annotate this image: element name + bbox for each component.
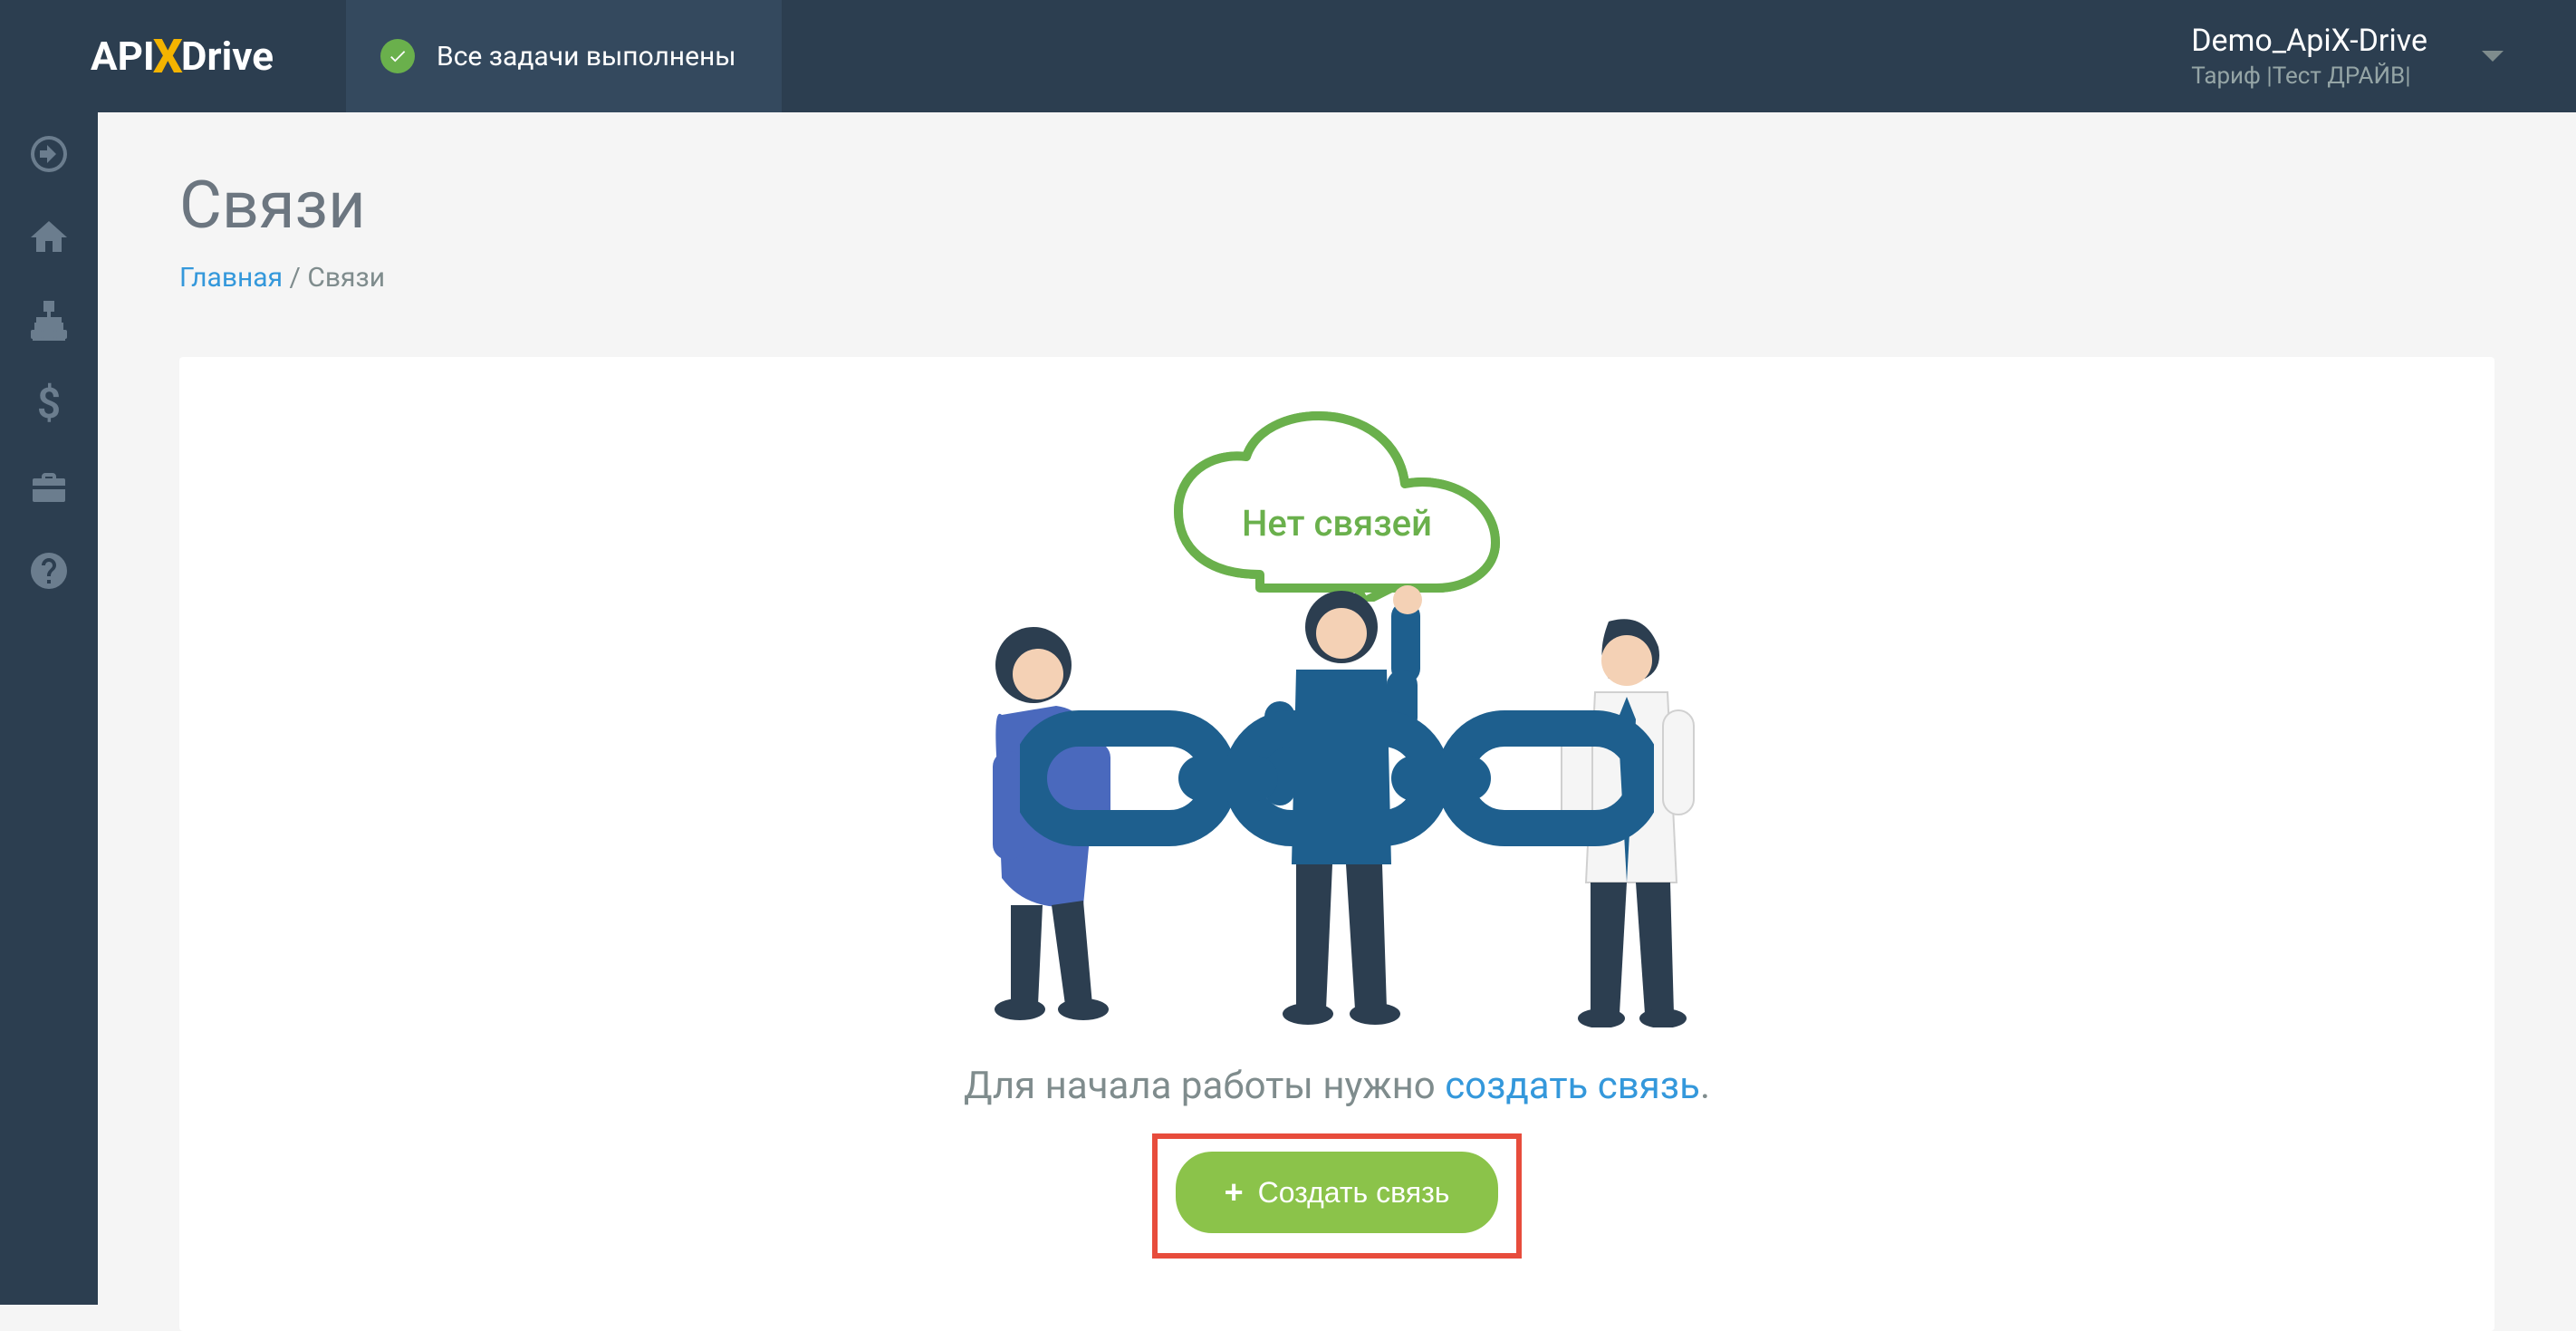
sidebar-briefcase[interactable]: [24, 462, 74, 513]
cloud-text: Нет связей: [1242, 502, 1432, 545]
chain-icon: [1020, 701, 1654, 855]
instruction-prefix: Для начала работы нужно: [964, 1064, 1445, 1108]
status-text: Все задачи выполнены: [437, 41, 736, 72]
body-wrap: $ Связи Главная / Связи Нет связей: [0, 112, 2576, 1305]
plus-icon: +: [1225, 1173, 1244, 1211]
sidebar-home[interactable]: [24, 212, 74, 263]
sidebar-arrow[interactable]: [24, 129, 74, 179]
breadcrumb-current: Связи: [307, 262, 385, 294]
header-right: Demo_ApiX-Drive Тариф |Тест ДРАЙВ|: [2191, 23, 2576, 90]
top-header: API X Drive Все задачи выполнены Demo_Ap…: [0, 0, 2576, 112]
logo-api: API: [91, 33, 155, 80]
user-tariff: Тариф |Тест ДРАЙВ|: [2191, 63, 2427, 90]
chevron-down-icon[interactable]: [2482, 51, 2504, 62]
logo[interactable]: API X Drive: [0, 29, 346, 84]
arrow-circle-icon: [27, 132, 71, 176]
check-circle-icon: [380, 39, 415, 73]
create-button-highlight: + Создать связь: [1152, 1133, 1523, 1259]
user-menu[interactable]: Demo_ApiX-Drive Тариф |Тест ДРАЙВ|: [2191, 23, 2427, 90]
breadcrumb-home[interactable]: Главная: [179, 262, 283, 294]
briefcase-icon: [27, 466, 71, 509]
instruction-link[interactable]: создать связь: [1445, 1064, 1700, 1108]
instruction-text: Для начала работы нужно создать связь.: [964, 1064, 1710, 1108]
create-button-label: Создать связь: [1258, 1176, 1450, 1210]
empty-state-card: Нет связей: [179, 357, 2494, 1331]
dollar-icon: $: [37, 380, 61, 429]
instruction-suffix: .: [1700, 1064, 1710, 1108]
sitemap-icon: [27, 299, 71, 342]
status-badge: Все задачи выполнены: [346, 0, 782, 112]
empty-illustration: Нет связей: [929, 411, 1745, 1027]
help-icon: [27, 549, 71, 593]
main-content: Связи Главная / Связи Нет связей: [98, 112, 2576, 1305]
breadcrumb: Главная / Связи: [179, 262, 2494, 294]
home-icon: [27, 216, 71, 259]
user-name: Demo_ApiX-Drive: [2191, 23, 2427, 59]
sidebar-help[interactable]: [24, 545, 74, 596]
breadcrumb-sep: /: [290, 262, 308, 294]
page-title: Связи: [179, 167, 2494, 244]
sidebar-sitemap[interactable]: [24, 295, 74, 346]
header-left: API X Drive Все задачи выполнены: [0, 0, 782, 112]
logo-x: X: [153, 29, 183, 84]
sidebar-billing[interactable]: $: [24, 379, 74, 429]
create-connection-button[interactable]: + Создать связь: [1176, 1152, 1499, 1233]
sidebar: $: [0, 112, 98, 1305]
logo-drive: Drive: [181, 33, 274, 80]
